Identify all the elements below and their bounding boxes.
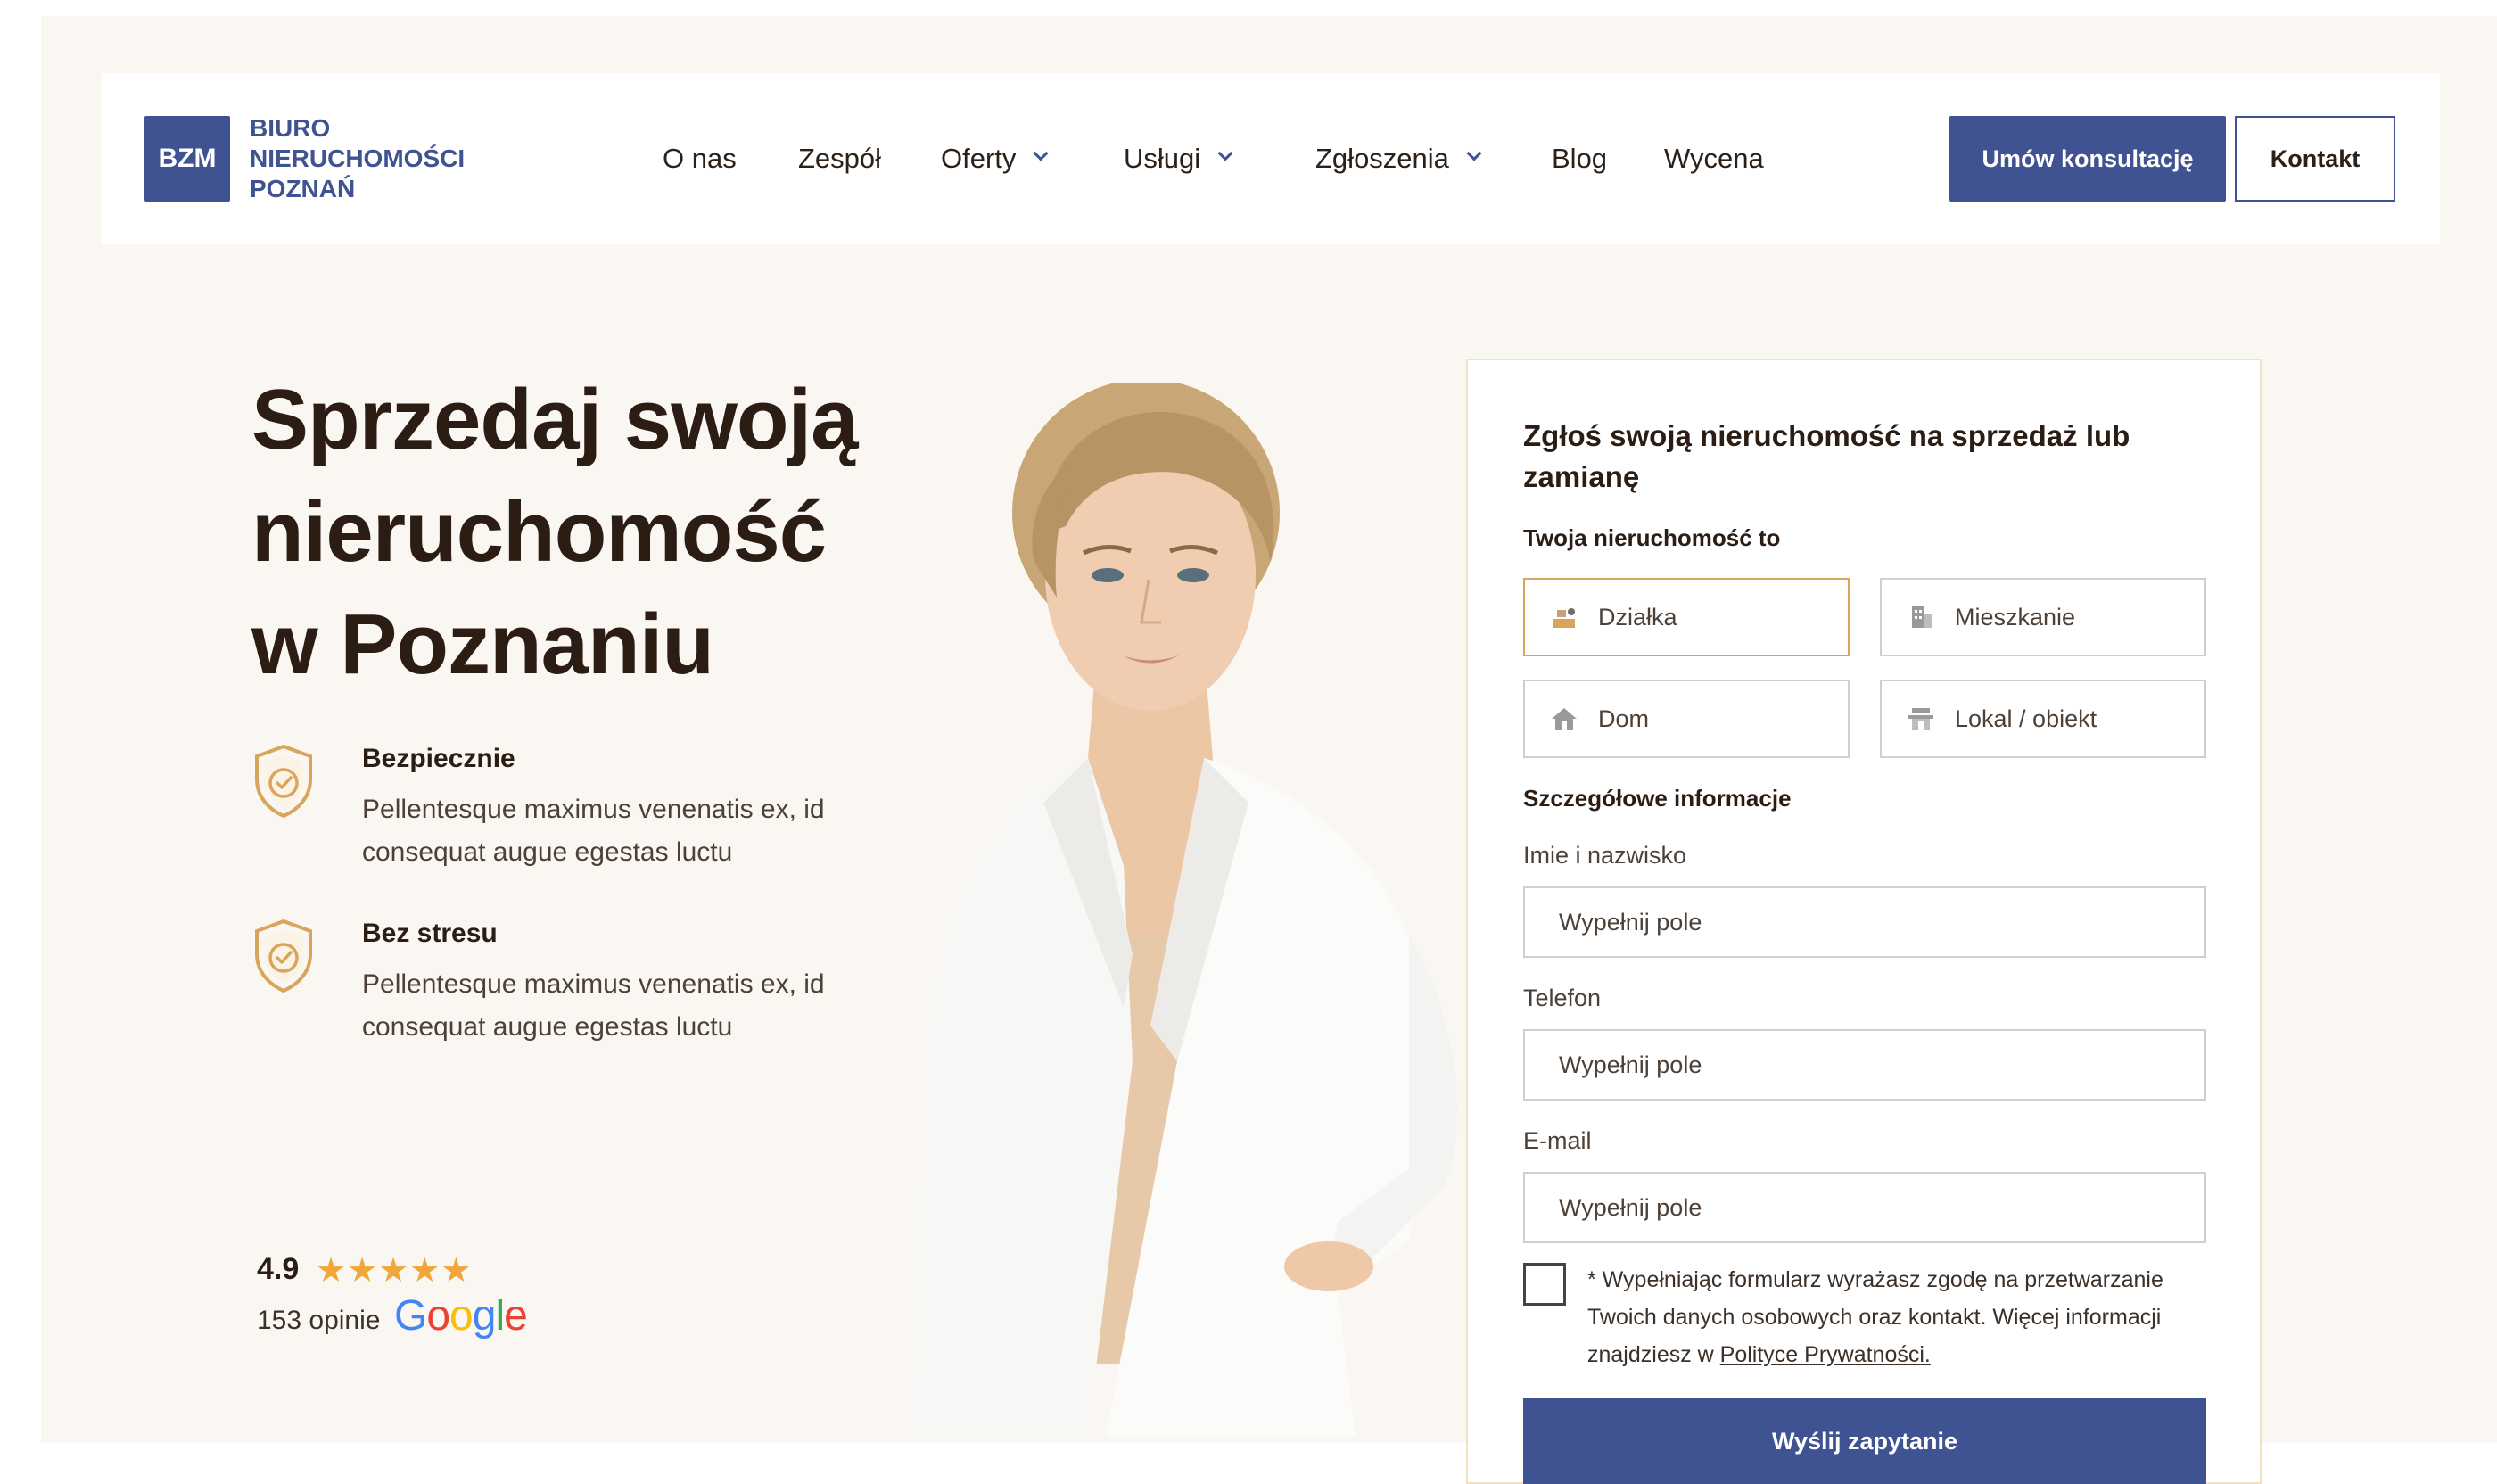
name-field-label: Imie i nazwisko bbox=[1523, 842, 1687, 869]
feature-title: Bezpiecznie bbox=[362, 744, 515, 773]
star-icon: ★ bbox=[409, 1252, 441, 1290]
nav-label: Blog bbox=[1552, 143, 1608, 174]
agent-portrait-image bbox=[910, 383, 1458, 1436]
book-consultation-button[interactable]: Umów konsultację bbox=[1949, 116, 2226, 202]
property-option-commercial[interactable]: Lokal / obiekt bbox=[1880, 680, 2206, 758]
star-icon: ★ bbox=[378, 1252, 410, 1290]
review-count: 153 opinie bbox=[257, 1306, 381, 1335]
consent-checkbox[interactable] bbox=[1523, 1263, 1566, 1306]
nav-item-oferty[interactable]: Oferty bbox=[941, 73, 1049, 244]
option-label: Działka bbox=[1598, 603, 1677, 631]
nav-item-o-nas[interactable]: O nas bbox=[663, 73, 737, 244]
email-input[interactable] bbox=[1525, 1174, 2204, 1241]
nav-label: Zespół bbox=[798, 143, 882, 174]
rating-score: 4.9 bbox=[257, 1252, 300, 1286]
nav-label: Usługi bbox=[1124, 143, 1201, 174]
option-label: Dom bbox=[1598, 705, 1650, 732]
property-option-house[interactable]: Dom bbox=[1523, 680, 1850, 758]
chevron-down-icon bbox=[1033, 145, 1049, 161]
hero-title-line: w Poznaniu bbox=[251, 597, 714, 692]
details-section-label: Szczegółowe informacje bbox=[1523, 785, 1792, 812]
star-icon: ★ bbox=[441, 1252, 473, 1290]
option-label: Mieszkanie bbox=[1955, 603, 2076, 631]
nav-label: Oferty bbox=[941, 143, 1017, 174]
phone-input[interactable] bbox=[1525, 1031, 2204, 1099]
nav-label: Wycena bbox=[1664, 143, 1764, 174]
feature-safe: Bezpiecznie Pellentesque maximus venenat… bbox=[251, 744, 876, 886]
shield-check-icon bbox=[255, 919, 312, 993]
feature-description: Pellentesque maximus venenatis ex, id co… bbox=[362, 795, 825, 867]
phone-field-label: Telefon bbox=[1523, 985, 1602, 1011]
email-field bbox=[1523, 1172, 2206, 1243]
house-icon bbox=[1552, 708, 1577, 730]
feature-description: Pellentesque maximus venenatis ex, id co… bbox=[362, 969, 825, 1042]
email-field-label: E-mail bbox=[1523, 1127, 1592, 1154]
property-option-apartment[interactable]: Mieszkanie bbox=[1880, 578, 2206, 656]
plot-icon bbox=[1553, 608, 1575, 628]
chevron-down-icon bbox=[1217, 145, 1233, 161]
logo-wordmark[interactable]: BIURO NIERUCHOMOŚCI POZNAŃ bbox=[250, 113, 465, 204]
form-title: Zgłoś swoją nieruchomość na sprzedaż lub… bbox=[1523, 419, 2130, 493]
feature-stress-free: Bez stresu Pellentesque maximus venenati… bbox=[251, 919, 876, 1061]
hero-title-line: nieruchomość bbox=[251, 484, 827, 580]
nav-item-blog[interactable]: Blog bbox=[1552, 73, 1607, 244]
logo-line: BIURO bbox=[250, 114, 331, 142]
nav-label: Zgłoszenia bbox=[1315, 143, 1449, 174]
consent-text: * Wypełniając formularz wyrażasz zgodę n… bbox=[1587, 1261, 2212, 1373]
logo-line: POZNAŃ bbox=[250, 175, 356, 202]
contact-button[interactable]: Kontakt bbox=[2235, 116, 2395, 202]
nav-item-wycena[interactable]: Wycena bbox=[1664, 73, 1764, 244]
phone-field bbox=[1523, 1029, 2206, 1101]
privacy-policy-link[interactable]: Polityce Prywatności. bbox=[1720, 1342, 1931, 1367]
rating-stars: ★★★★★ bbox=[316, 1250, 472, 1290]
building-icon bbox=[1912, 606, 1932, 628]
property-type-label: Twoja nieruchomość to bbox=[1523, 524, 1781, 551]
property-option-plot[interactable]: Działka bbox=[1523, 578, 1850, 656]
shield-check-icon bbox=[255, 744, 312, 819]
feature-title: Bez stresu bbox=[362, 919, 498, 948]
google-logo: Google bbox=[394, 1292, 528, 1340]
hero-title-line: Sprzedaj swoją bbox=[251, 372, 859, 467]
name-input[interactable] bbox=[1525, 888, 2204, 956]
nav-item-zgloszenia[interactable]: Zgłoszenia bbox=[1315, 73, 1482, 244]
hero-title: Sprzedaj swoją nieruchomość w Poznaniu bbox=[251, 364, 947, 701]
star-icon: ★ bbox=[347, 1252, 379, 1290]
shop-icon bbox=[1908, 708, 1933, 730]
site-header: BZM BIURO NIERUCHOMOŚCI POZNAŃ O nas Zes… bbox=[102, 73, 2440, 244]
nav-label: O nas bbox=[663, 143, 737, 174]
name-field bbox=[1523, 886, 2206, 958]
logo-line: NIERUCHOMOŚCI bbox=[250, 144, 466, 172]
logo-mark[interactable]: BZM bbox=[144, 116, 230, 202]
nav-item-uslugi[interactable]: Usługi bbox=[1124, 73, 1233, 244]
property-submission-form: Zgłoś swoją nieruchomość na sprzedaż lub… bbox=[1466, 359, 2262, 1484]
chevron-down-icon bbox=[1466, 145, 1482, 161]
star-icon: ★ bbox=[316, 1252, 348, 1290]
submit-button[interactable]: Wyślij zapytanie bbox=[1523, 1398, 2206, 1484]
nav-item-zespol[interactable]: Zespół bbox=[798, 73, 881, 244]
option-label: Lokal / obiekt bbox=[1955, 705, 2097, 732]
